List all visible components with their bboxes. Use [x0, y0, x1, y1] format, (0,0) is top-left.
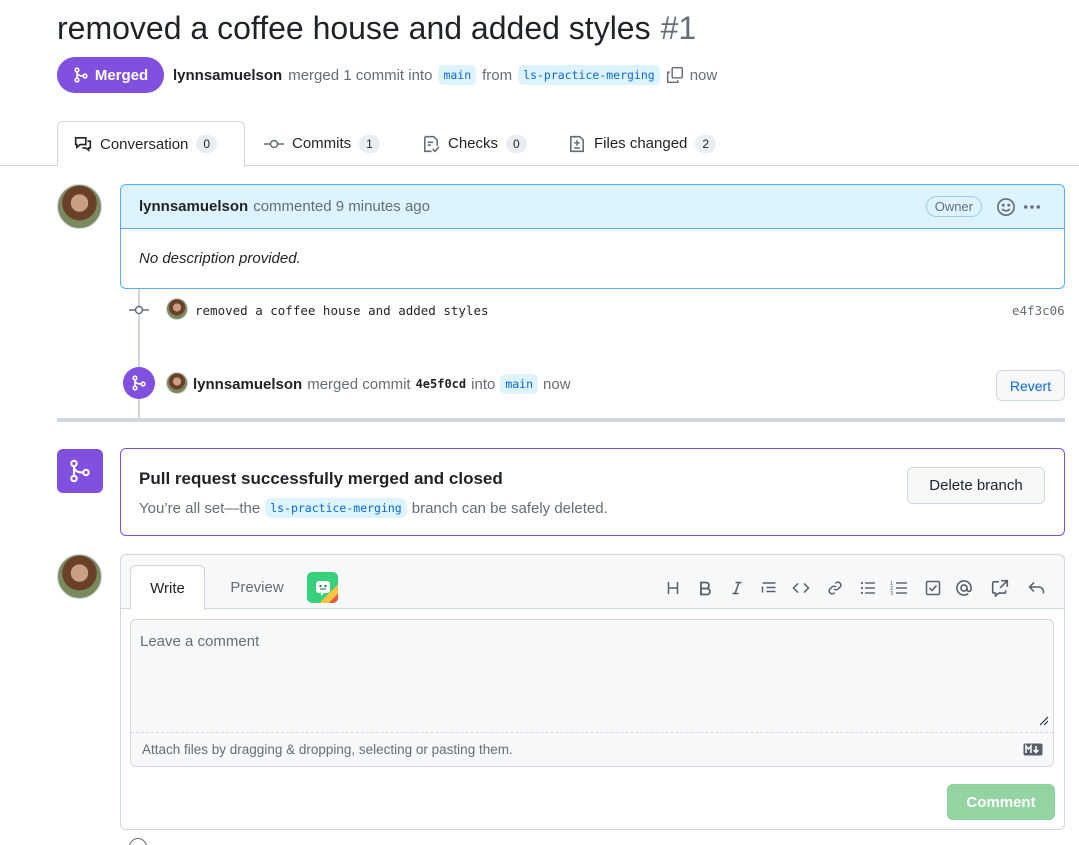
- merge-status-text-after: branch can be safely deleted.: [411, 499, 608, 517]
- tab-checks-label: Checks: [448, 135, 499, 152]
- merged-state-badge: Merged: [57, 57, 164, 93]
- cross-reference-icon[interactable]: [989, 577, 1011, 599]
- merge-status-text-before: You’re all set—the: [139, 499, 261, 517]
- tab-commits-label: Commits: [292, 135, 352, 152]
- git-merge-icon: [57, 449, 103, 493]
- merge-author-link[interactable]: lynnsamuelson: [193, 376, 302, 393]
- extension-logo-icon[interactable]: [307, 572, 338, 603]
- comment-card: lynnsamuelson commented 9 minutes ago Ow…: [120, 184, 1065, 289]
- kebab-horizontal-icon[interactable]: [1022, 197, 1042, 217]
- editor-toolbar: Write Preview 123: [121, 555, 1064, 610]
- tab-preview[interactable]: Preview: [213, 565, 301, 609]
- tab-commits[interactable]: Commits 1: [248, 121, 396, 166]
- timeline-divider: [57, 418, 1065, 422]
- italic-icon[interactable]: [726, 577, 748, 599]
- file-diff-icon: [568, 135, 586, 153]
- avatar[interactable]: [57, 554, 102, 599]
- code-icon[interactable]: [790, 577, 812, 599]
- pr-meta-line: lynnsamuelson merged 1 commit into main …: [173, 63, 717, 87]
- merge-event-line: lynnsamuelson merged commit 4e5f0cd into…: [193, 373, 571, 395]
- merge-status-branch[interactable]: ls-practice-merging: [265, 498, 407, 518]
- pr-author-link[interactable]: lynnsamuelson: [173, 67, 282, 84]
- commit-icon: [129, 303, 149, 317]
- comment-header: lynnsamuelson commented 9 minutes ago Ow…: [121, 185, 1064, 229]
- svg-text:3: 3: [890, 591, 893, 596]
- tab-files-changed[interactable]: Files changed 2: [552, 121, 732, 166]
- avatar[interactable]: [166, 372, 188, 394]
- resize-handle-icon[interactable]: [1039, 716, 1049, 726]
- commit-message-link[interactable]: removed a coffee house and added styles: [195, 303, 489, 318]
- merge-into-text: into: [471, 375, 496, 393]
- merge-branch-label[interactable]: main: [500, 374, 539, 394]
- pr-title-row: removed a coffee house and added styles #…: [57, 6, 696, 50]
- smiley-icon[interactable]: [996, 197, 1016, 217]
- merge-status-title: Pull request successfully merged and clo…: [139, 469, 503, 488]
- merge-time: now: [543, 375, 571, 393]
- avatar[interactable]: [57, 184, 102, 229]
- tab-checks-count: 0: [506, 134, 527, 153]
- merge-event-text: merged commit: [307, 375, 411, 393]
- merged-text: merged 1 commit into: [288, 66, 433, 84]
- avatar[interactable]: [166, 298, 188, 320]
- markdown-icon[interactable]: [1023, 743, 1043, 756]
- commit-icon: [264, 137, 284, 151]
- merge-status-text: You’re all set—the ls-practice-merging b…: [139, 498, 608, 518]
- tab-write[interactable]: Write: [130, 565, 205, 610]
- tab-conversation[interactable]: Conversation 0: [57, 121, 245, 167]
- revert-button[interactable]: Revert: [996, 370, 1065, 401]
- tab-checks[interactable]: Checks 0: [406, 121, 543, 166]
- copy-icon[interactable]: [666, 66, 684, 84]
- owner-badge: Owner: [925, 196, 982, 217]
- merged-state-label: Merged: [94, 66, 149, 84]
- comment-author-link[interactable]: lynnsamuelson: [139, 198, 248, 215]
- pr-number: #1: [660, 10, 697, 46]
- pr-title: removed a coffee house and added styles: [57, 10, 651, 46]
- git-merge-icon: [123, 367, 155, 399]
- pr-tabs: Conversation 0 Commits 1 Checks 0 Files …: [0, 121, 1079, 167]
- tab-conversation-label: Conversation: [100, 135, 189, 153]
- comment-meta[interactable]: commented 9 minutes ago: [253, 198, 430, 215]
- unordered-list-icon[interactable]: [857, 577, 879, 599]
- merge-status-card: Pull request successfully merged and clo…: [120, 448, 1065, 536]
- link-icon[interactable]: [824, 577, 846, 599]
- heading-icon[interactable]: [662, 577, 684, 599]
- task-list-icon[interactable]: [922, 577, 944, 599]
- from-text: from: [482, 66, 513, 84]
- tab-files-changed-count: 2: [695, 134, 717, 153]
- ordered-list-icon[interactable]: 123: [888, 577, 910, 599]
- checklist-icon: [422, 135, 440, 153]
- pr-time: now: [689, 66, 718, 84]
- comment-textarea[interactable]: Leave a comment Attach files by dragging…: [130, 619, 1054, 767]
- comment-submit-button[interactable]: Comment: [947, 784, 1055, 820]
- reply-icon[interactable]: [1026, 577, 1048, 599]
- comment-editor: Write Preview 123 Leave a comment Attach…: [120, 554, 1065, 830]
- merge-commit-sha-link[interactable]: 4e5f0cd: [416, 377, 467, 391]
- comment-discussion-icon: [74, 135, 92, 153]
- delete-branch-button[interactable]: Delete branch: [907, 467, 1045, 504]
- attach-files-hint: Attach files by dragging & dropping, sel…: [142, 742, 513, 757]
- bold-icon[interactable]: [694, 577, 716, 599]
- mention-icon[interactable]: [953, 577, 975, 599]
- commit-sha-link[interactable]: e4f3c06: [1012, 303, 1065, 318]
- base-branch-label[interactable]: main: [438, 65, 477, 85]
- comment-body: No description provided.: [139, 250, 301, 267]
- quote-icon[interactable]: [758, 577, 780, 599]
- comment-placeholder: Leave a comment: [140, 633, 260, 650]
- attach-files-bar[interactable]: Attach files by dragging & dropping, sel…: [131, 732, 1053, 766]
- head-branch-label[interactable]: ls-practice-merging: [518, 65, 660, 85]
- tab-commits-count: 1: [359, 134, 380, 153]
- tab-conversation-count: 0: [196, 135, 218, 153]
- git-merge-icon: [73, 67, 89, 83]
- info-icon: [129, 838, 147, 845]
- tab-files-changed-label: Files changed: [594, 135, 688, 152]
